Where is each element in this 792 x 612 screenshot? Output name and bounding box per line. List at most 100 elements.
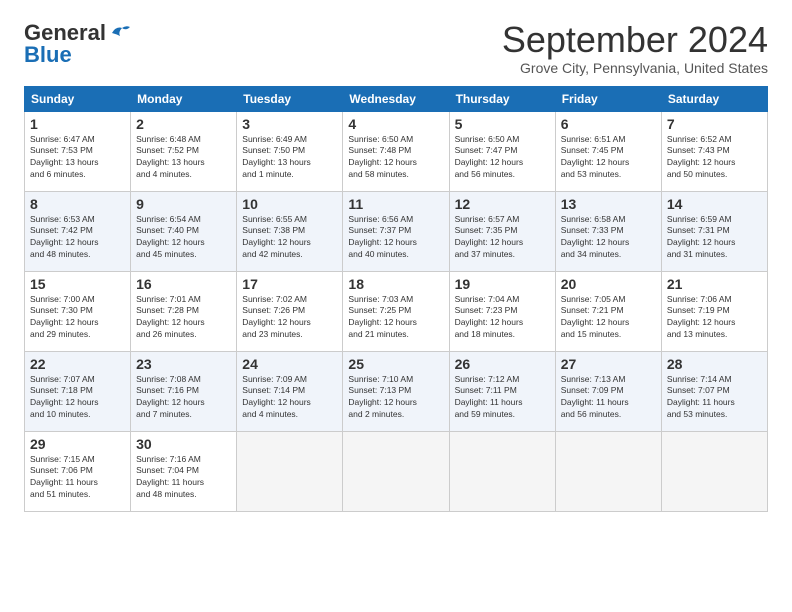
day-info: Sunrise: 6:53 AM Sunset: 7:42 PM Dayligh…	[30, 214, 125, 262]
calendar-week-4: 22 Sunrise: 7:07 AM Sunset: 7:18 PM Dayli…	[25, 351, 768, 431]
day-number: 24	[242, 356, 337, 372]
day-number: 25	[348, 356, 443, 372]
day-info: Sunrise: 6:49 AM Sunset: 7:50 PM Dayligh…	[242, 134, 337, 182]
column-header-thursday: Thursday	[449, 86, 555, 111]
calendar-cell: 5 Sunrise: 6:50 AM Sunset: 7:47 PM Daylig…	[449, 111, 555, 191]
day-number: 18	[348, 276, 443, 292]
day-number: 8	[30, 196, 125, 212]
calendar-cell: 11 Sunrise: 6:56 AM Sunset: 7:37 PM Dayli…	[343, 191, 449, 271]
calendar-cell: 17 Sunrise: 7:02 AM Sunset: 7:26 PM Dayli…	[237, 271, 343, 351]
day-number: 6	[561, 116, 656, 132]
day-number: 7	[667, 116, 762, 132]
day-number: 28	[667, 356, 762, 372]
day-info: Sunrise: 7:14 AM Sunset: 7:07 PM Dayligh…	[667, 374, 762, 422]
day-number: 4	[348, 116, 443, 132]
day-info: Sunrise: 7:15 AM Sunset: 7:06 PM Dayligh…	[30, 454, 125, 502]
day-number: 11	[348, 196, 443, 212]
column-header-wednesday: Wednesday	[343, 86, 449, 111]
calendar-cell: 28 Sunrise: 7:14 AM Sunset: 7:07 PM Dayli…	[661, 351, 767, 431]
day-info: Sunrise: 7:05 AM Sunset: 7:21 PM Dayligh…	[561, 294, 656, 342]
logo: General Blue	[24, 20, 130, 68]
day-number: 1	[30, 116, 125, 132]
day-number: 20	[561, 276, 656, 292]
day-info: Sunrise: 7:03 AM Sunset: 7:25 PM Dayligh…	[348, 294, 443, 342]
day-number: 16	[136, 276, 231, 292]
day-info: Sunrise: 6:52 AM Sunset: 7:43 PM Dayligh…	[667, 134, 762, 182]
calendar-week-3: 15 Sunrise: 7:00 AM Sunset: 7:30 PM Dayli…	[25, 271, 768, 351]
calendar-week-5: 29Sunrise: 7:15 AM Sunset: 7:06 PM Dayli…	[25, 431, 768, 511]
day-info: Sunrise: 7:12 AM Sunset: 7:11 PM Dayligh…	[455, 374, 550, 422]
calendar-week-2: 8 Sunrise: 6:53 AM Sunset: 7:42 PM Daylig…	[25, 191, 768, 271]
column-header-friday: Friday	[555, 86, 661, 111]
column-header-monday: Monday	[131, 86, 237, 111]
calendar-cell: 27 Sunrise: 7:13 AM Sunset: 7:09 PM Dayli…	[555, 351, 661, 431]
day-info: Sunrise: 7:02 AM Sunset: 7:26 PM Dayligh…	[242, 294, 337, 342]
day-number: 27	[561, 356, 656, 372]
calendar-cell: 21 Sunrise: 7:06 AM Sunset: 7:19 PM Dayli…	[661, 271, 767, 351]
calendar-cell: 3 Sunrise: 6:49 AM Sunset: 7:50 PM Daylig…	[237, 111, 343, 191]
calendar-cell	[661, 431, 767, 511]
calendar-cell: 18 Sunrise: 7:03 AM Sunset: 7:25 PM Dayli…	[343, 271, 449, 351]
day-number: 12	[455, 196, 550, 212]
day-number: 15	[30, 276, 125, 292]
day-number: 14	[667, 196, 762, 212]
calendar-cell: 30 Sunrise: 7:16 AM Sunset: 7:04 PM Dayli…	[131, 431, 237, 511]
day-number: 10	[242, 196, 337, 212]
calendar-cell: 24 Sunrise: 7:09 AM Sunset: 7:14 PM Dayli…	[237, 351, 343, 431]
day-number: 30	[136, 436, 231, 452]
day-number: 26	[455, 356, 550, 372]
day-info: Sunrise: 6:57 AM Sunset: 7:35 PM Dayligh…	[455, 214, 550, 262]
day-info: Sunrise: 6:47 AM Sunset: 7:53 PM Dayligh…	[30, 134, 125, 182]
day-info: Sunrise: 6:50 AM Sunset: 7:48 PM Dayligh…	[348, 134, 443, 182]
day-info: Sunrise: 6:56 AM Sunset: 7:37 PM Dayligh…	[348, 214, 443, 262]
page-header: General Blue September 2024 Grove City, …	[24, 20, 768, 76]
day-info: Sunrise: 7:06 AM Sunset: 7:19 PM Dayligh…	[667, 294, 762, 342]
day-number: 2	[136, 116, 231, 132]
calendar-cell: 12 Sunrise: 6:57 AM Sunset: 7:35 PM Dayli…	[449, 191, 555, 271]
calendar-cell: 22 Sunrise: 7:07 AM Sunset: 7:18 PM Dayli…	[25, 351, 131, 431]
calendar-cell: 16 Sunrise: 7:01 AM Sunset: 7:28 PM Dayli…	[131, 271, 237, 351]
calendar-cell: 10Sunrise: 6:55 AM Sunset: 7:38 PM Dayli…	[237, 191, 343, 271]
calendar-cell: 15 Sunrise: 7:00 AM Sunset: 7:30 PM Dayli…	[25, 271, 131, 351]
calendar-cell	[555, 431, 661, 511]
day-number: 3	[242, 116, 337, 132]
day-number: 17	[242, 276, 337, 292]
day-info: Sunrise: 7:00 AM Sunset: 7:30 PM Dayligh…	[30, 294, 125, 342]
calendar-cell: 29Sunrise: 7:15 AM Sunset: 7:06 PM Dayli…	[25, 431, 131, 511]
day-info: Sunrise: 6:58 AM Sunset: 7:33 PM Dayligh…	[561, 214, 656, 262]
calendar-cell: 26 Sunrise: 7:12 AM Sunset: 7:11 PM Dayli…	[449, 351, 555, 431]
logo-blue: Blue	[24, 42, 72, 68]
calendar-week-1: 1 Sunrise: 6:47 AM Sunset: 7:53 PM Daylig…	[25, 111, 768, 191]
column-header-tuesday: Tuesday	[237, 86, 343, 111]
calendar-cell: 23Sunrise: 7:08 AM Sunset: 7:16 PM Dayli…	[131, 351, 237, 431]
calendar-cell: 14 Sunrise: 6:59 AM Sunset: 7:31 PM Dayli…	[661, 191, 767, 271]
calendar-cell	[449, 431, 555, 511]
day-info: Sunrise: 7:01 AM Sunset: 7:28 PM Dayligh…	[136, 294, 231, 342]
calendar-table: SundayMondayTuesdayWednesdayThursdayFrid…	[24, 86, 768, 512]
logo-bird-icon	[108, 24, 130, 42]
day-number: 23	[136, 356, 231, 372]
day-info: Sunrise: 7:04 AM Sunset: 7:23 PM Dayligh…	[455, 294, 550, 342]
calendar-cell: 2 Sunrise: 6:48 AM Sunset: 7:52 PM Daylig…	[131, 111, 237, 191]
calendar-cell	[343, 431, 449, 511]
day-number: 22	[30, 356, 125, 372]
day-number: 21	[667, 276, 762, 292]
day-info: Sunrise: 7:09 AM Sunset: 7:14 PM Dayligh…	[242, 374, 337, 422]
calendar-title-area: September 2024 Grove City, Pennsylvania,…	[502, 20, 768, 76]
day-info: Sunrise: 6:59 AM Sunset: 7:31 PM Dayligh…	[667, 214, 762, 262]
day-info: Sunrise: 6:48 AM Sunset: 7:52 PM Dayligh…	[136, 134, 231, 182]
day-info: Sunrise: 6:50 AM Sunset: 7:47 PM Dayligh…	[455, 134, 550, 182]
day-number: 9	[136, 196, 231, 212]
day-info: Sunrise: 7:16 AM Sunset: 7:04 PM Dayligh…	[136, 454, 231, 502]
calendar-cell: 1 Sunrise: 6:47 AM Sunset: 7:53 PM Daylig…	[25, 111, 131, 191]
calendar-cell: 6Sunrise: 6:51 AM Sunset: 7:45 PM Daylig…	[555, 111, 661, 191]
day-number: 5	[455, 116, 550, 132]
calendar-cell: 25Sunrise: 7:10 AM Sunset: 7:13 PM Dayli…	[343, 351, 449, 431]
calendar-cell: 20 Sunrise: 7:05 AM Sunset: 7:21 PM Dayli…	[555, 271, 661, 351]
calendar-cell: 19 Sunrise: 7:04 AM Sunset: 7:23 PM Dayli…	[449, 271, 555, 351]
day-number: 19	[455, 276, 550, 292]
day-header-row: SundayMondayTuesdayWednesdayThursdayFrid…	[25, 86, 768, 111]
day-info: Sunrise: 7:13 AM Sunset: 7:09 PM Dayligh…	[561, 374, 656, 422]
calendar-cell: 8 Sunrise: 6:53 AM Sunset: 7:42 PM Daylig…	[25, 191, 131, 271]
day-info: Sunrise: 7:07 AM Sunset: 7:18 PM Dayligh…	[30, 374, 125, 422]
